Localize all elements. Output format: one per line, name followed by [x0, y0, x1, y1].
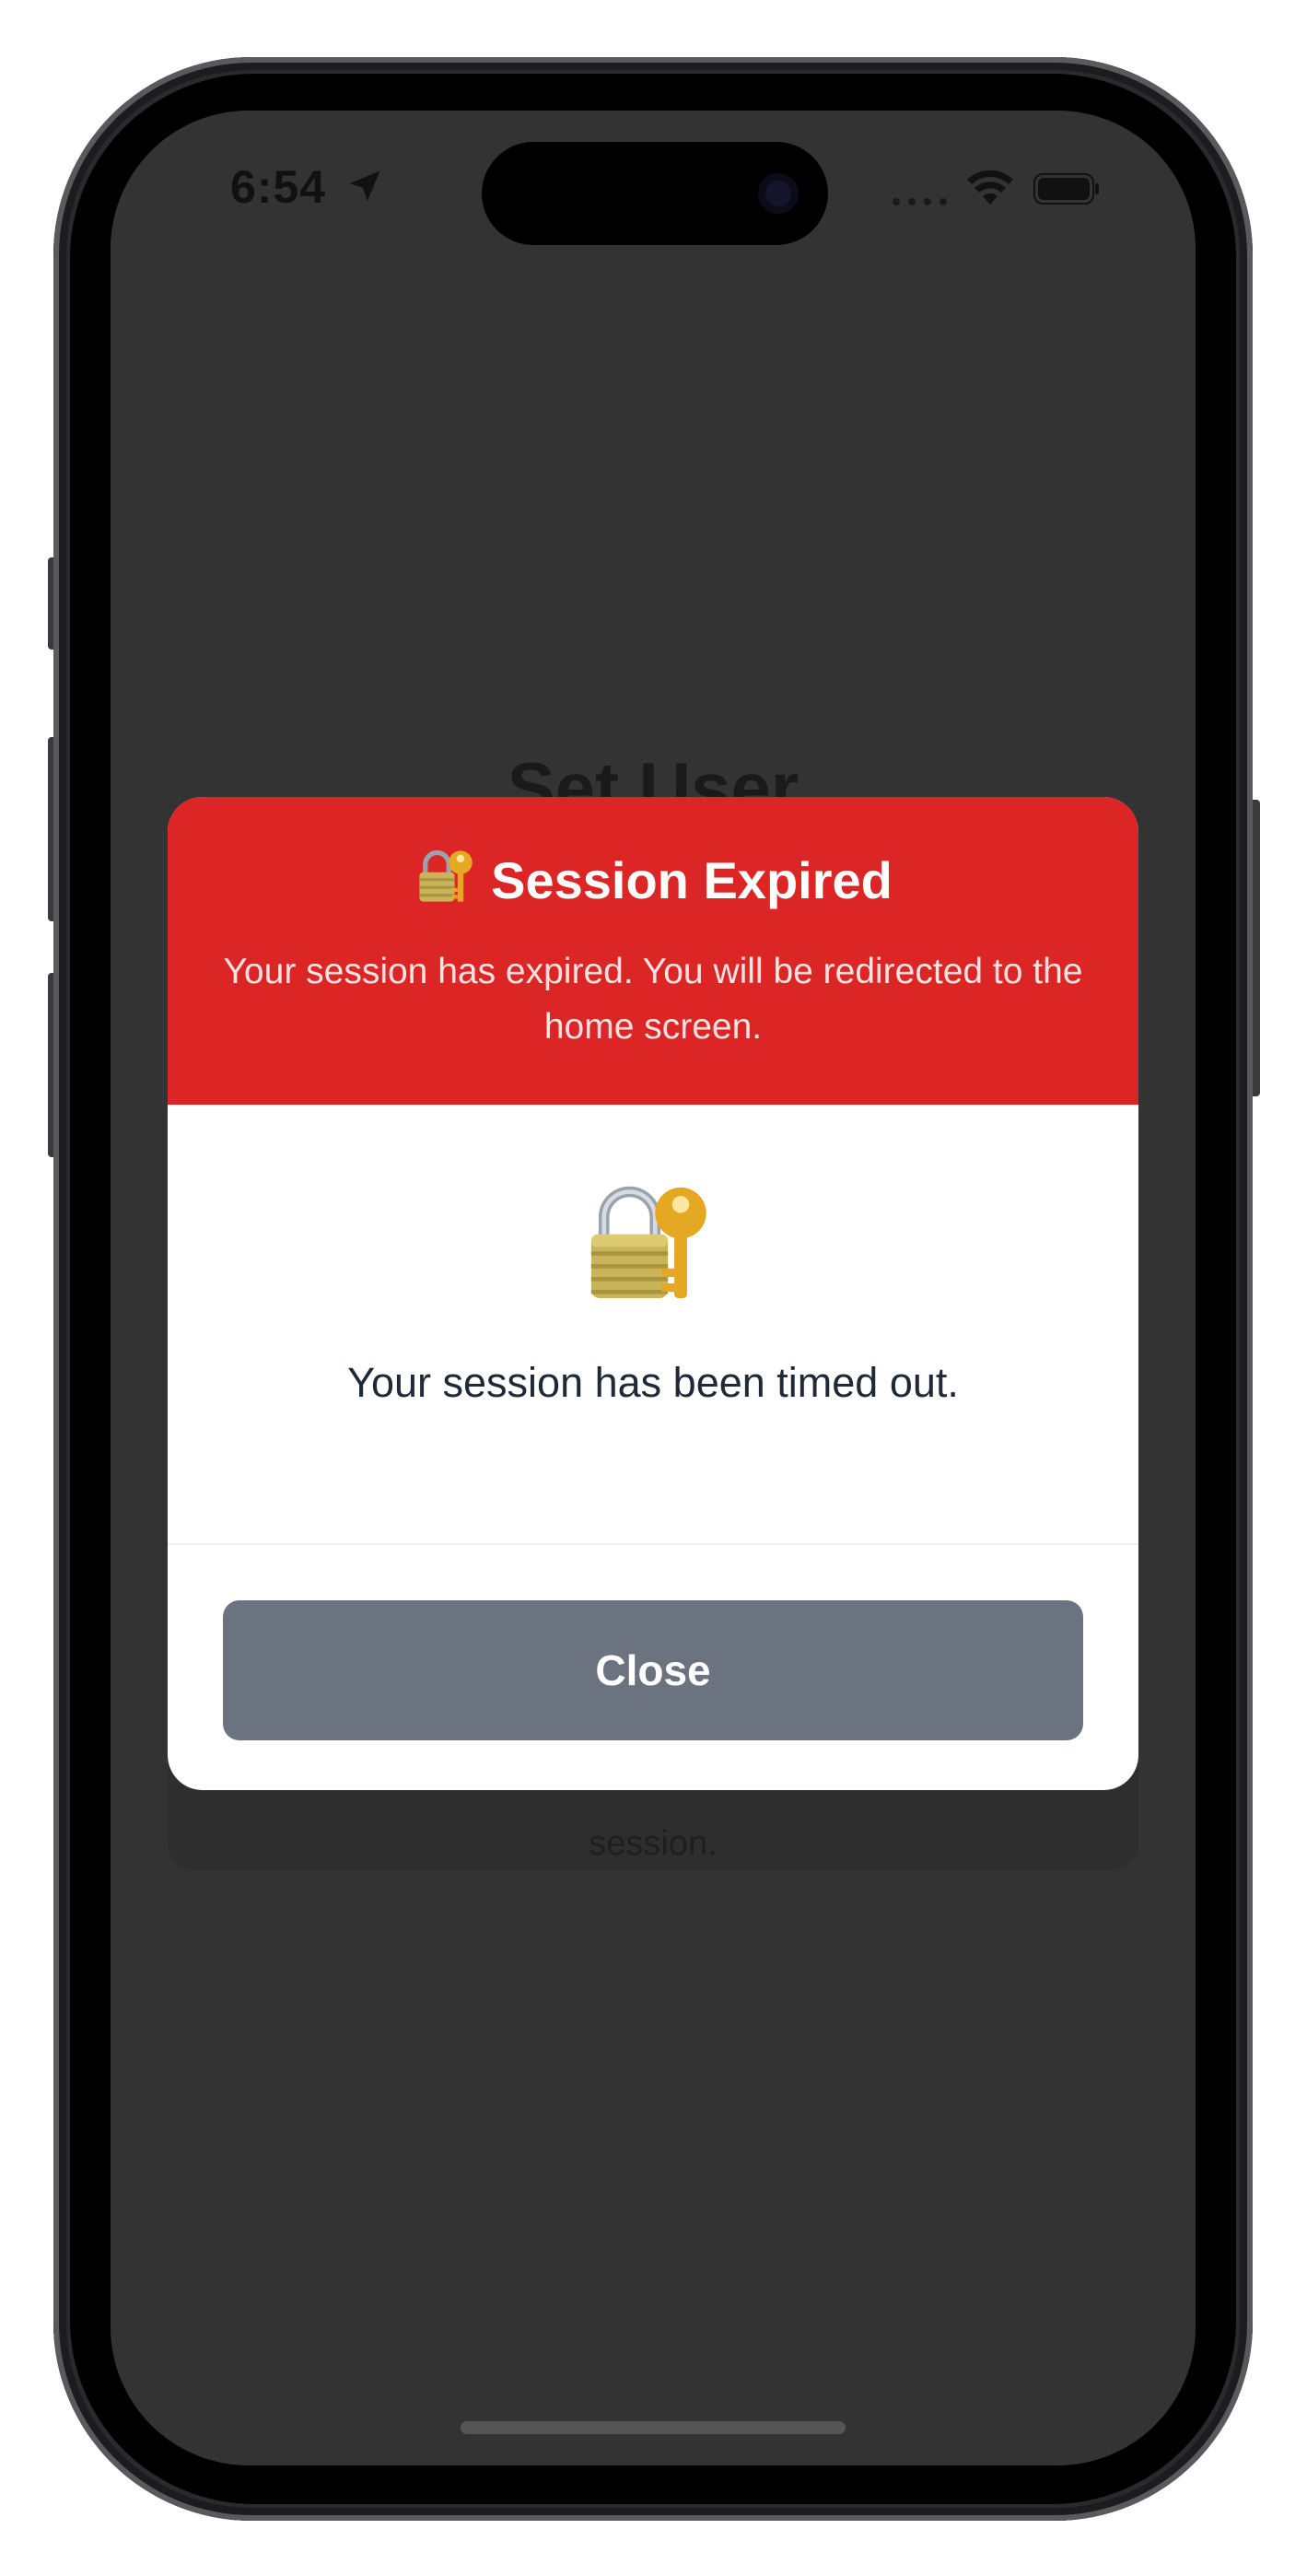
app-screen: 6:54 Set User session. Session Expired Y…: [111, 111, 1196, 2465]
modal-subtitle: Your session has expired. You will be re…: [223, 952, 1083, 1047]
modal-divider: [168, 1543, 1138, 1545]
lock-with-key-icon: [590, 1186, 706, 1299]
device-mockup: 6:54 Set User session. Session Expired Y…: [0, 0, 1307, 2576]
close-button[interactable]: Close: [223, 1600, 1083, 1740]
modal-title-row: Session Expired: [168, 845, 1138, 910]
background-card-text: session.: [589, 1824, 718, 1863]
location-arrow-icon: [349, 170, 380, 202]
battery-icon: [1033, 173, 1099, 205]
home-indicator[interactable]: [461, 2421, 846, 2434]
lock-with-key-icon: [419, 849, 473, 902]
modal-message: Your session has been timed out.: [347, 1359, 959, 1406]
status-time: 6:54: [230, 161, 327, 213]
dynamic-island: [482, 142, 828, 245]
modal-title: Session Expired: [491, 851, 893, 909]
wifi-icon: [967, 170, 1013, 205]
session-expired-modal: Session Expired Your session has expired…: [168, 797, 1138, 1790]
modal-header: Session Expired Your session has expired…: [168, 797, 1138, 1105]
camera-icon: [758, 173, 799, 214]
cellular-signal-icon: [893, 198, 947, 205]
